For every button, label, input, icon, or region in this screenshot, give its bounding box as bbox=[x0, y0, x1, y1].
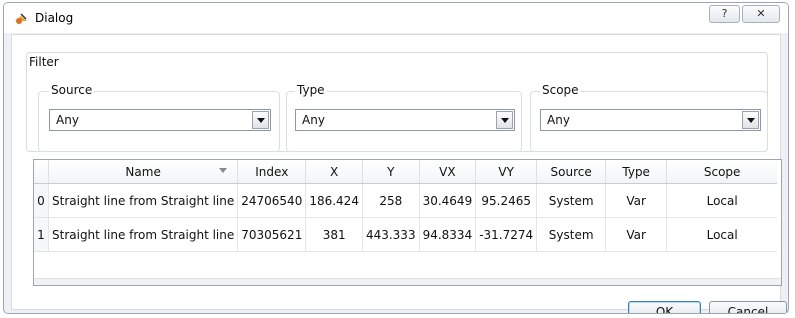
help-button[interactable]: ? bbox=[709, 5, 740, 23]
chevron-down-icon[interactable] bbox=[742, 111, 759, 129]
column-header-type[interactable]: Type bbox=[605, 160, 668, 184]
column-header-source[interactable]: Source bbox=[536, 160, 607, 184]
cell-type[interactable]: Var bbox=[605, 217, 668, 252]
column-header-x[interactable]: X bbox=[305, 160, 363, 184]
table-row[interactable]: 0 Straight line from Straight line 24706… bbox=[34, 183, 778, 218]
column-header-vy[interactable]: VY bbox=[475, 160, 538, 184]
data-table: Name Index X Y VX VY Source Type Scope 0… bbox=[34, 160, 778, 252]
cell-y[interactable]: 258 bbox=[362, 183, 420, 218]
chevron-down-icon[interactable] bbox=[496, 111, 513, 129]
column-header-vx[interactable]: VX bbox=[419, 160, 477, 184]
results-table[interactable]: Name Index X Y VX VY Source Type Scope 0… bbox=[33, 159, 782, 286]
type-value: Any bbox=[302, 113, 325, 127]
column-header-index[interactable]: Index bbox=[237, 160, 307, 184]
type-label: Type bbox=[295, 83, 327, 97]
cell-x[interactable]: 186.424 bbox=[305, 183, 363, 218]
close-icon: ✕ bbox=[756, 7, 766, 20]
cell-source[interactable]: System bbox=[536, 217, 607, 252]
cell-index[interactable]: 24706540 bbox=[237, 183, 307, 218]
row-number[interactable]: 0 bbox=[34, 183, 49, 218]
cell-name[interactable]: Straight line from Straight line bbox=[48, 217, 239, 252]
close-button[interactable]: ✕ bbox=[742, 5, 780, 23]
cell-scope[interactable]: Local bbox=[666, 183, 778, 218]
dialog-content: Filter Source Any Type Any Scope Any Nam… bbox=[11, 34, 787, 313]
cell-vy[interactable]: -31.7274 bbox=[475, 217, 538, 252]
type-dropdown[interactable]: Any bbox=[295, 109, 515, 131]
window-title: Dialog bbox=[35, 11, 74, 25]
chevron-down-icon[interactable] bbox=[252, 111, 269, 129]
cell-source[interactable]: System bbox=[536, 183, 607, 218]
column-header-y[interactable]: Y bbox=[362, 160, 420, 184]
title-bar[interactable]: Dialog ? ✕ bbox=[4, 3, 788, 33]
source-value: Any bbox=[56, 113, 79, 127]
ok-button[interactable]: OK bbox=[628, 301, 701, 313]
cell-type[interactable]: Var bbox=[605, 183, 668, 218]
horizontal-scrollbar[interactable] bbox=[34, 278, 781, 285]
app-icon bbox=[15, 13, 27, 24]
cell-vx[interactable]: 94.8334 bbox=[419, 217, 477, 252]
cell-x[interactable]: 381 bbox=[305, 217, 363, 252]
cancel-button[interactable]: Cancel bbox=[709, 301, 787, 313]
row-number[interactable]: 1 bbox=[34, 217, 49, 252]
sort-icon bbox=[219, 168, 228, 173]
column-header-rownum[interactable] bbox=[34, 160, 49, 184]
table-row[interactable]: 1 Straight line from Straight line 70305… bbox=[34, 217, 778, 252]
column-header-scope[interactable]: Scope bbox=[666, 160, 778, 184]
source-label: Source bbox=[49, 83, 95, 97]
scope-dropdown[interactable]: Any bbox=[540, 109, 761, 131]
cell-name[interactable]: Straight line from Straight line bbox=[48, 183, 239, 218]
source-dropdown[interactable]: Any bbox=[49, 109, 271, 131]
column-header-name[interactable]: Name bbox=[48, 160, 239, 184]
cell-vx[interactable]: 30.4649 bbox=[419, 183, 477, 218]
cell-vy[interactable]: 95.2465 bbox=[475, 183, 538, 218]
cell-index[interactable]: 70305621 bbox=[237, 217, 307, 252]
scope-label: Scope bbox=[540, 83, 581, 97]
cell-y[interactable]: 443.333 bbox=[362, 217, 420, 252]
scope-value: Any bbox=[547, 113, 570, 127]
table-header-row: Name Index X Y VX VY Source Type Scope bbox=[34, 160, 778, 184]
cell-scope[interactable]: Local bbox=[666, 217, 778, 252]
column-header-name-label: Name bbox=[125, 164, 161, 179]
help-icon: ? bbox=[721, 7, 728, 20]
filter-label: Filter bbox=[27, 55, 61, 69]
dialog-window: Dialog ? ✕ Filter Source Any Type Any Sc… bbox=[3, 2, 789, 314]
